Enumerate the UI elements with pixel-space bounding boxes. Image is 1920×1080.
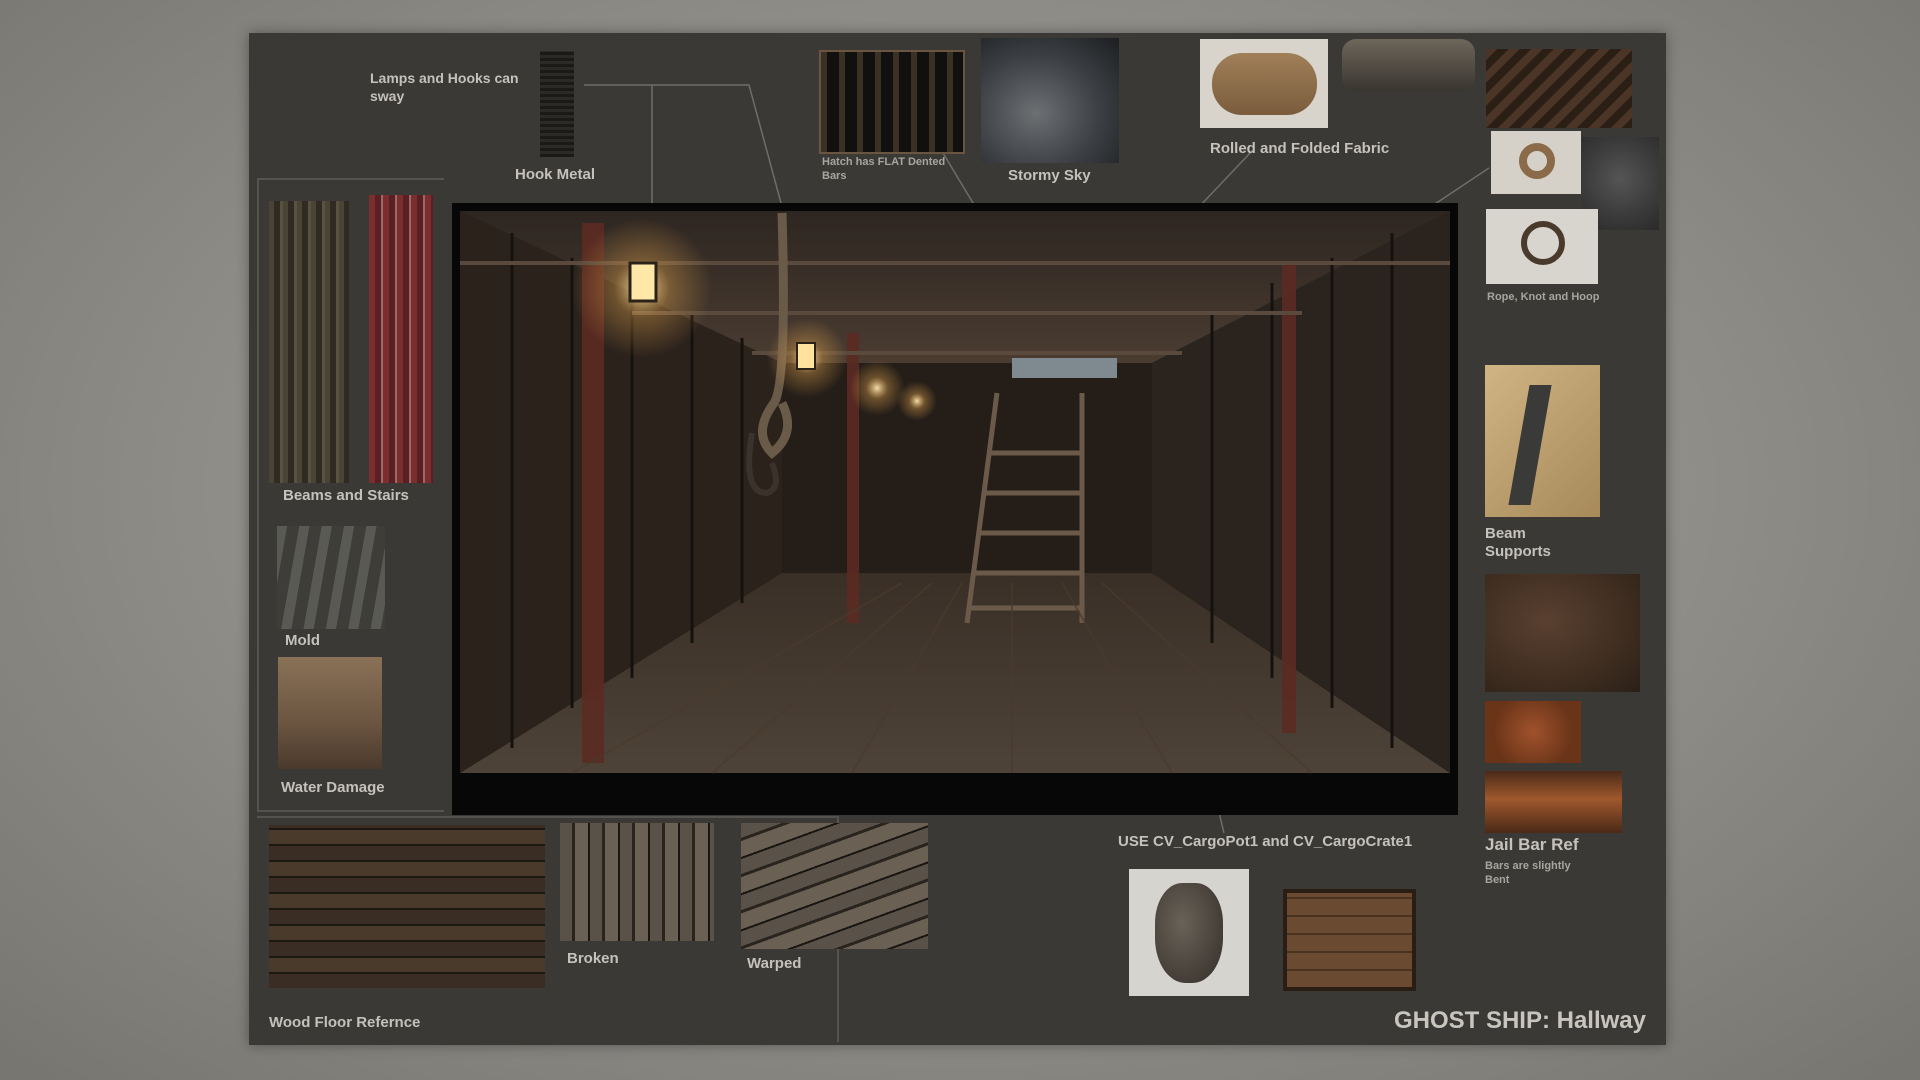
cargo-crate-swatch [1283,889,1416,991]
label-beam-supports: Beam Supports [1485,525,1551,560]
hook-metal-swatch [540,51,574,157]
rust-plate-swatch [1485,574,1640,692]
label-wood-floor: Wood Floor Refernce [269,1014,421,1031]
knot-swatch [1491,131,1581,194]
wood-floor-swatch [269,825,545,988]
broken-floor-swatch [560,823,714,941]
label-jail-bar-note: Bars are slightly Bent [1485,860,1571,886]
label-stormy-sky: Stormy Sky [1008,167,1091,184]
label-mold: Mold [285,632,320,649]
cargo-pot-swatch [1129,869,1249,996]
page-title: GHOST SHIP: Hallway [1393,1007,1646,1034]
hallway-scene [460,211,1450,774]
rust-swatch [1485,701,1581,763]
red-paint-swatch [369,195,433,483]
ring-swatch [1486,209,1598,284]
label-fabric: Rolled and Folded Fabric [1210,140,1390,157]
label-rope: Rope, Knot and Hoop [1487,291,1600,303]
label-hatch-bars: Hatch has FLAT Dented Bars [822,156,946,182]
beam-supports-swatch [1485,365,1600,517]
label-lamps-hooks: Lamps and Hooks can sway [370,70,519,104]
label-hook-metal: Hook Metal [515,166,596,183]
label-broken: Broken [567,950,619,967]
label-beams-stairs: Beams and Stairs [283,487,409,504]
hallway-render [452,203,1458,815]
stormy-sky-swatch [981,38,1119,163]
rope-swatch [1486,49,1632,128]
warped-floor-swatch [741,823,928,949]
beam-wood-swatch [269,201,349,483]
rolled-fabric-swatch [1200,39,1328,128]
folded-fabric-swatch [1342,39,1475,91]
water-damage-swatch [278,657,382,769]
label-jail-bar-ref: Jail Bar Ref [1485,835,1579,854]
label-water-damage: Water Damage [281,779,385,796]
moodboard: Lamps and Hooks can sway Hook Metal Hatc… [249,33,1666,1045]
label-warped: Warped [747,955,802,972]
mold-swatch [277,526,385,629]
label-cargo: USE CV_CargoPot1 and CV_CargoCrate1 [1118,833,1413,850]
hatch-bars-swatch [819,50,965,154]
rusty-bar-swatch [1485,771,1622,833]
